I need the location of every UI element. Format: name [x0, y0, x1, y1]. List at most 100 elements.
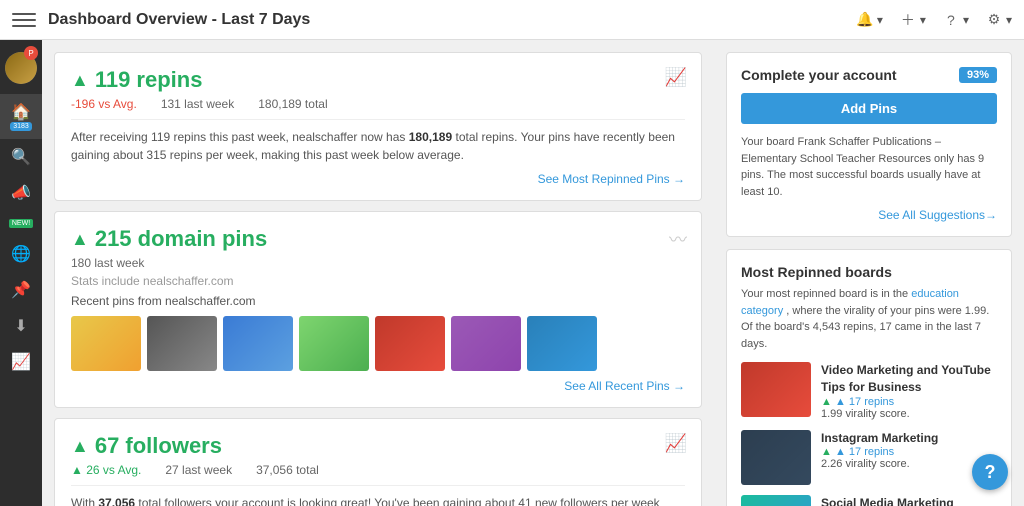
- pin-thumb-6: [451, 316, 521, 371]
- board-info-3: Social Media Marketing ▲ ▲ 17 repins 1.7…: [821, 495, 997, 506]
- repins-card: 📈 ▲ 119 repins -196 vs Avg. 131 last wee…: [54, 52, 702, 201]
- sidebar-item-globe[interactable]: 🌐: [0, 236, 42, 272]
- board-thumb-1: [741, 362, 811, 417]
- board-name-2: Instagram Marketing: [821, 430, 997, 447]
- board-name-1: Video Marketing and YouTube Tips for Bus…: [821, 362, 997, 396]
- sidebar-item-search[interactable]: 🔍: [0, 139, 42, 175]
- page-title: Dashboard Overview - Last 7 Days: [48, 11, 856, 29]
- followers-vs-avg: ▲ 26 vs Avg.: [71, 463, 141, 477]
- repins-subtitle: -196 vs Avg. 131 last week 180,189 total: [71, 97, 685, 111]
- board-repins-1: ▲ ▲ 17 repins: [821, 396, 997, 408]
- add-pins-button[interactable]: Add Pins: [741, 93, 997, 124]
- board-repins-2: ▲ ▲ 17 repins: [821, 446, 997, 458]
- chart-icon: 📈: [665, 67, 687, 88]
- repinned-desc: Your most repinned board is in the educa…: [741, 286, 997, 352]
- progress-bar: 93%: [959, 67, 997, 83]
- globe-icon: 🌐: [11, 244, 31, 264]
- pin-thumb-5: [375, 316, 445, 371]
- followers-chart-icon: 📈: [665, 433, 687, 454]
- pin-thumb-2: [147, 316, 217, 371]
- domain-link[interactable]: See All Recent Pins →: [71, 379, 685, 393]
- plus-icon: ＋: [899, 11, 917, 29]
- hamburger-menu[interactable]: [12, 8, 36, 32]
- board-name-3: Social Media Marketing: [821, 495, 997, 506]
- board-info-1: Video Marketing and YouTube Tips for Bus…: [821, 362, 997, 420]
- repins-body: After receiving 119 repins this past wee…: [71, 128, 685, 164]
- domain-pins-card: 〰 ▲ 215 domain pins 180 last week Stats …: [54, 211, 702, 408]
- pin-thumb-1: [71, 316, 141, 371]
- board-item-2: Instagram Marketing ▲ ▲ 17 repins 2.26 v…: [741, 430, 997, 485]
- analytics-icon: 📈: [11, 352, 31, 372]
- repins-vs-avg: -196 vs Avg.: [71, 97, 137, 111]
- sidebar-item-home[interactable]: 🏠 3183: [0, 94, 42, 139]
- followers-total: 37,056 total: [256, 463, 319, 477]
- gear-chevron: ▾: [1006, 13, 1012, 27]
- pins-row: [71, 316, 685, 371]
- complete-title: Complete your account: [741, 67, 897, 83]
- sidebar-item-new[interactable]: NEW!: [0, 211, 42, 236]
- board-thumb-2: [741, 430, 811, 485]
- followers-card: 📈 ▲ 67 followers ▲ 26 vs Avg. 27 last we…: [54, 418, 702, 506]
- domain-title: ▲ 215 domain pins: [71, 226, 685, 252]
- sidebar-item-pinterest[interactable]: 📌: [0, 272, 42, 308]
- nav-icons: 🔔 ▾ ＋ ▾ ? ▾ ⚙ ▾: [856, 11, 1012, 29]
- home-icon: 🏠: [11, 102, 31, 122]
- avatar-badge: P: [24, 46, 38, 60]
- up-arrow-icon: ▲: [71, 70, 89, 91]
- domain-up-arrow-icon: ▲: [71, 229, 89, 250]
- board-info-2: Instagram Marketing ▲ ▲ 17 repins 2.26 v…: [821, 430, 997, 471]
- question-icon: ?: [942, 11, 960, 29]
- see-all-suggestions-link[interactable]: See All Suggestions→: [741, 208, 997, 222]
- complete-account-card: Complete your account 93% Add Pins Your …: [726, 52, 1012, 237]
- megaphone-icon: 📣: [11, 183, 31, 203]
- sidebar-item-analytics[interactable]: 📈: [0, 344, 42, 380]
- bell-button[interactable]: 🔔 ▾: [856, 11, 883, 29]
- plus-chevron: ▾: [920, 13, 926, 27]
- sidebar: P 🏠 3183 🔍 📣 NEW! 🌐 📌 ⬇ 📈: [0, 40, 42, 506]
- repins-title: ▲ 119 repins: [71, 67, 685, 93]
- sidebar-item-avatar[interactable]: P: [0, 44, 42, 94]
- repins-last-week: 131 last week: [161, 97, 234, 111]
- repins-link[interactable]: See Most Repinned Pins →: [71, 172, 685, 186]
- followers-title: ▲ 67 followers: [71, 433, 685, 459]
- question-button[interactable]: ? ▾: [942, 11, 969, 29]
- gear-button[interactable]: ⚙ ▾: [985, 11, 1012, 29]
- followers-up-arrow-icon: ▲: [71, 436, 89, 457]
- gear-icon: ⚙: [985, 11, 1003, 29]
- board-item-3: Social Media Marketing ▲ ▲ 17 repins 1.7…: [741, 495, 997, 506]
- repinned-title: Most Repinned boards: [741, 264, 997, 280]
- domain-chart-icon: 〰: [669, 226, 687, 252]
- bell-icon: 🔔: [856, 11, 874, 29]
- question-chevron: ▾: [963, 13, 969, 27]
- home-badge: 3183: [10, 122, 32, 131]
- followers-last-week: 27 last week: [165, 463, 232, 477]
- main-content: 📈 ▲ 119 repins -196 vs Avg. 131 last wee…: [42, 40, 714, 506]
- pin-thumb-3: [223, 316, 293, 371]
- pinterest-icon: 📌: [11, 280, 31, 300]
- domain-last-week: 180 last week: [71, 256, 144, 270]
- pin-thumb-7: [527, 316, 597, 371]
- board-virality-1: 1.99 virality score.: [821, 408, 997, 420]
- recent-pins-label: Recent pins from nealschaffer.com: [71, 294, 685, 308]
- new-badge: NEW!: [9, 219, 33, 228]
- board-item-1: Video Marketing and YouTube Tips for Bus…: [741, 362, 997, 420]
- most-repinned-card: Most Repinned boards Your most repinned …: [726, 249, 1012, 506]
- sidebar-item-filter[interactable]: ⬇: [0, 308, 42, 344]
- sidebar-item-megaphone[interactable]: 📣: [0, 175, 42, 211]
- bell-chevron: ▾: [877, 13, 883, 27]
- followers-body: With 37,056 total followers your account…: [71, 494, 685, 506]
- top-navigation: Dashboard Overview - Last 7 Days 🔔 ▾ ＋ ▾…: [0, 0, 1024, 40]
- right-panel: Complete your account 93% Add Pins Your …: [714, 40, 1024, 506]
- repins-total: 180,189 total: [258, 97, 327, 111]
- help-button[interactable]: ?: [972, 454, 1008, 490]
- board-virality-2: 2.26 virality score.: [821, 458, 997, 470]
- domain-subtitle: 180 last week: [71, 256, 685, 270]
- filter-icon: ⬇: [14, 316, 27, 336]
- complete-header: Complete your account 93%: [741, 67, 997, 83]
- plus-button[interactable]: ＋ ▾: [899, 11, 926, 29]
- followers-subtitle: ▲ 26 vs Avg. 27 last week 37,056 total: [71, 463, 685, 477]
- pins-stats-note: Stats include nealschaffer.com: [71, 274, 685, 288]
- pin-thumb-4: [299, 316, 369, 371]
- search-icon: 🔍: [11, 147, 31, 167]
- complete-body-text: Your board Frank Schaffer Publications –…: [741, 134, 997, 200]
